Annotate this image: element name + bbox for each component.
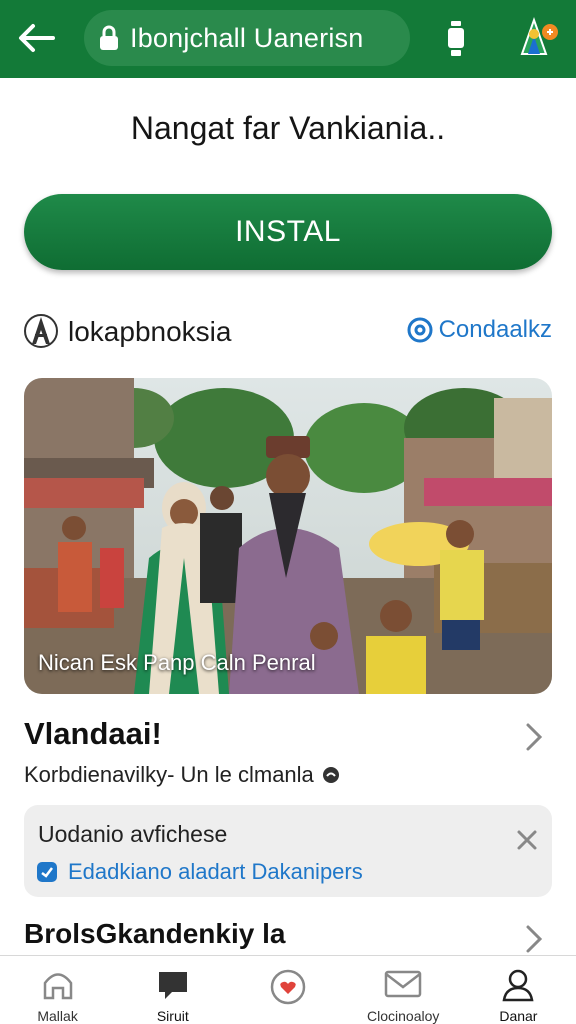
publisher-logo-icon: [24, 314, 58, 348]
mail-icon: [384, 970, 422, 998]
subtitle-text: Korbdienavilky- Un le clmanla: [24, 762, 314, 787]
chat-icon: [158, 972, 187, 999]
nav-label-mail: Clocinoaloy: [367, 1008, 440, 1024]
check-icon: [37, 862, 57, 882]
lock-icon: [100, 25, 118, 50]
page-title: Nangat far Vankiania..: [130, 110, 446, 146]
publisher-row: lokapbnoksia Condaalkz: [24, 310, 552, 354]
app-logo-icon: [520, 16, 558, 55]
extensions-button[interactable]: [440, 18, 472, 60]
top-app-bar: Ibonjchall Uanerisn: [0, 0, 576, 78]
install-button[interactable]: INSTAL: [24, 194, 552, 270]
info-card-link[interactable]: Edadkiano aladart Dakanipers: [36, 859, 363, 885]
market-photo: [24, 378, 552, 694]
address-text: Ibonjchall Uanerisn: [130, 22, 364, 53]
info-link-label: Edadkiano aladart Dakanipers: [68, 859, 363, 884]
contact-link[interactable]: Condaalkz: [407, 316, 552, 344]
nav-label-chat: Siruit: [156, 1008, 189, 1024]
nav-item-home[interactable]: Mallak: [0, 956, 115, 1024]
nav-label-home: Mallak: [37, 1008, 78, 1024]
refresh-icon: [407, 317, 433, 343]
app-logo-button[interactable]: [514, 14, 564, 60]
smiley-icon: [322, 767, 339, 783]
address-bar[interactable]: Ibonjchall Uanerisn: [84, 10, 410, 66]
section-header-2[interactable]: BrolsGkandenkiy la: [24, 918, 552, 958]
chevron-right-icon: [526, 925, 543, 953]
nav-item-mail[interactable]: Clocinoaloy: [346, 956, 461, 1024]
info-card: Uodanio avfichese Edadkiano aladart Daka…: [24, 805, 552, 897]
back-button[interactable]: [14, 18, 58, 58]
nav-item-chat[interactable]: Siruit: [115, 956, 230, 1024]
publisher-name: lokapbnoksia: [68, 316, 232, 347]
section-subtitle-1: Korbdienavilky- Un le clmanla: [24, 762, 340, 788]
nav-item-favorites[interactable]: [230, 956, 345, 1024]
contact-label: Condaalkz: [438, 316, 552, 343]
hero-image[interactable]: Nican Esk Panp Caln Penral: [24, 378, 552, 694]
nav-label-profile: Danar: [499, 1008, 538, 1024]
nav-item-profile[interactable]: Danar: [461, 956, 576, 1024]
chevron-right-icon: [526, 723, 543, 751]
arrow-left-icon: [19, 24, 55, 52]
info-card-title: Uodanio avfichese: [38, 821, 228, 847]
section-header-1[interactable]: Vlandaai!: [24, 716, 552, 760]
section-title-1: Vlandaai!: [24, 716, 162, 751]
section-title-2: BrolsGkandenkiy la: [24, 918, 286, 949]
user-icon: [502, 969, 534, 1002]
hero-caption: Nican Esk Panp Caln Penral: [38, 650, 316, 675]
bottom-navigation: Mallak Siruit Clocinoaloy Danar: [0, 955, 576, 1024]
home-icon: [43, 973, 72, 1000]
heart-badge-icon: [270, 969, 306, 1005]
close-icon[interactable]: [516, 829, 538, 851]
device-icon: [448, 21, 464, 56]
